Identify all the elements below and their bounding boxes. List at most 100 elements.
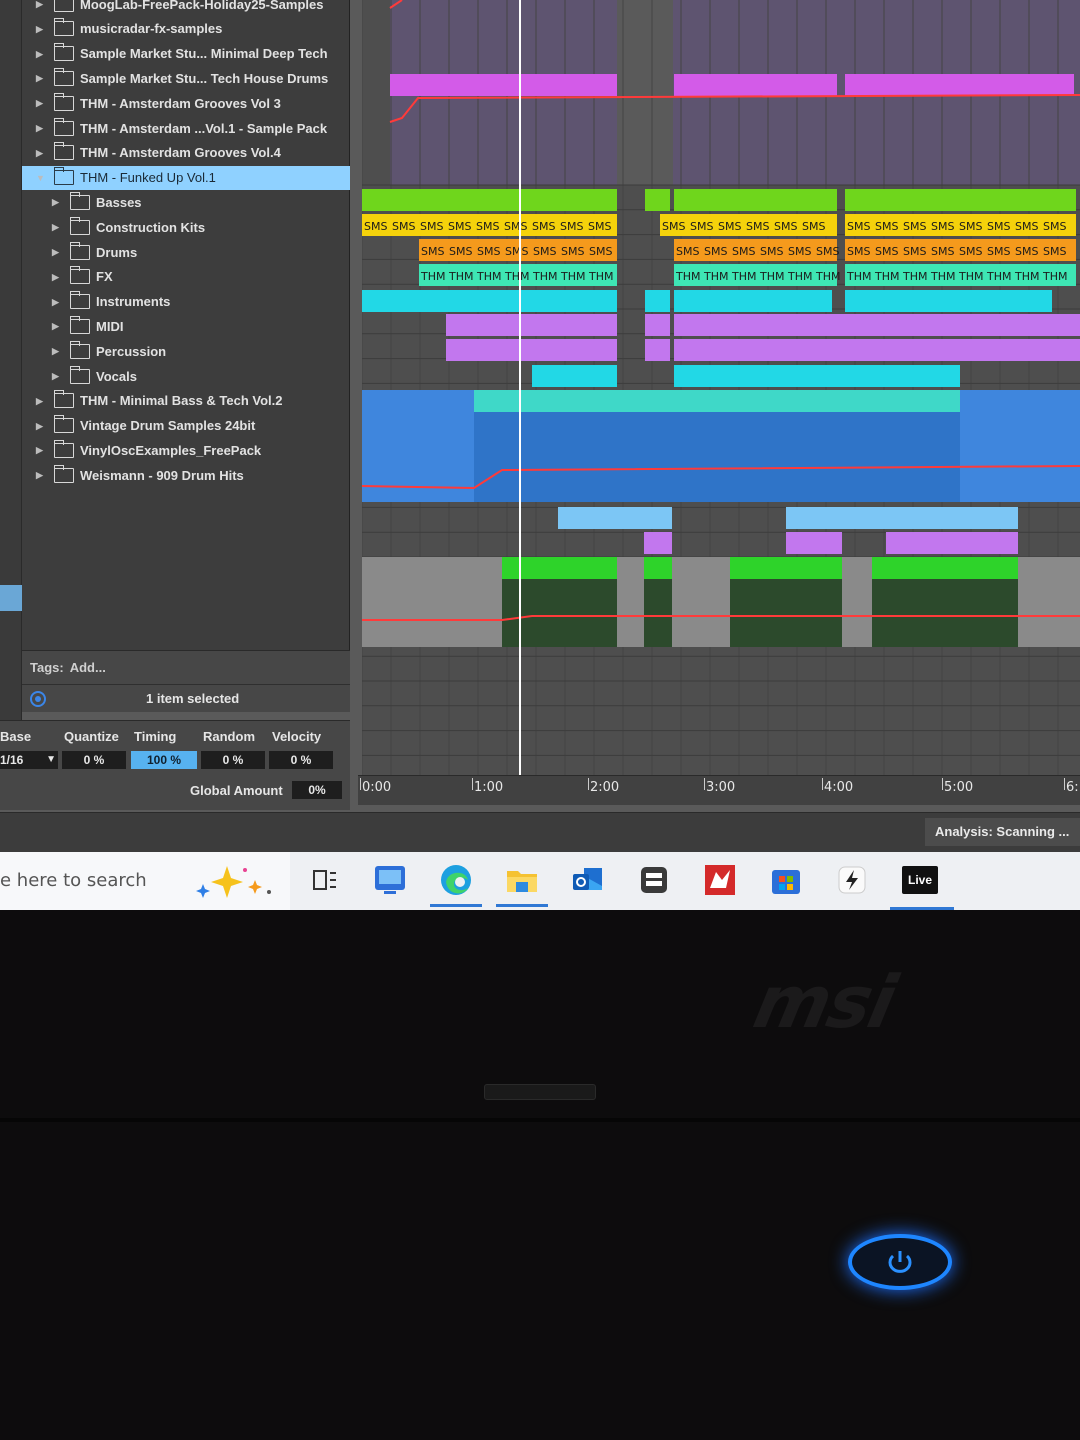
expand-right-icon[interactable]: ▶ xyxy=(36,421,46,431)
task-view-icon[interactable] xyxy=(306,862,342,898)
arrangement-clips[interactable]: SMS SMS SMS SMS SMS SMS SMS SMS SMS SMS SMS SMS SMS S… xyxy=(362,0,1080,775)
expand-right-icon[interactable]: ▶ xyxy=(36,445,46,455)
browser-folder-item[interactable]: ▶ Construction Kits xyxy=(22,215,350,239)
outlook-icon[interactable] xyxy=(570,862,606,898)
timing-field[interactable]: 100 % xyxy=(131,751,197,769)
taskbar-search-box[interactable]: e here to search xyxy=(0,852,290,910)
expand-right-icon[interactable]: ▶ xyxy=(36,123,46,133)
tags-add-link[interactable]: Add... xyxy=(70,660,106,675)
clip-label: THM xyxy=(846,270,871,283)
info-icon[interactable] xyxy=(30,690,46,707)
ruler-tick-label: 3:00 xyxy=(706,780,736,795)
expand-right-icon[interactable]: ▶ xyxy=(36,0,46,9)
expand-right-icon[interactable]: ▶ xyxy=(36,49,46,59)
clip-label: THM xyxy=(703,270,728,283)
browser-folder-item[interactable]: ▶ Basses xyxy=(22,190,350,214)
browser-folder-item[interactable]: ▶ Sample Market Stu... Tech House Drums xyxy=(22,66,350,90)
ruler-tick-mark xyxy=(360,778,361,790)
monitor-screen: ▶ MoogLab-FreePack-Holiday25-Samples ▶ musi… xyxy=(0,0,1080,910)
global-amount-field[interactable]: 0% xyxy=(292,781,342,799)
expand-right-icon[interactable]: ▶ xyxy=(36,396,46,406)
expand-right-icon[interactable]: ▶ xyxy=(52,297,62,307)
clip-label: THM xyxy=(532,270,557,283)
clip-label: SMS xyxy=(732,245,755,258)
ableton-live-icon[interactable]: Live xyxy=(902,866,938,894)
power-button[interactable] xyxy=(848,1234,952,1290)
clip-label: SMS xyxy=(392,220,415,233)
magenta-clip xyxy=(674,74,837,96)
file-explorer-icon[interactable] xyxy=(504,862,540,898)
green-clip-body xyxy=(872,579,1018,647)
green-clip xyxy=(730,557,842,579)
browser-folder-item[interactable]: ▶ Percussion xyxy=(22,339,350,363)
expand-right-icon[interactable]: ▶ xyxy=(52,197,62,207)
analysis-status: Analysis: Scanning ... xyxy=(925,818,1080,846)
browser-folder-item[interactable]: ▶ Vocals xyxy=(22,364,350,388)
live-active-indicator xyxy=(890,907,954,910)
browser-folder-item[interactable]: ▶ VinylOscExamples_FreePack xyxy=(22,438,350,462)
copilot-icon[interactable] xyxy=(195,864,277,900)
base-select[interactable]: 1/16 ▼ xyxy=(0,751,58,769)
search-input[interactable]: e here to search xyxy=(0,870,147,891)
browser-folder-item[interactable]: ▶ THM - Minimal Bass & Tech Vol.2 xyxy=(22,389,350,413)
expand-right-icon[interactable]: ▶ xyxy=(52,321,62,331)
browser-folder-item[interactable]: ▶ THM - Amsterdam ...Vol.1 - Sample Pack xyxy=(22,116,350,140)
clip-label: SMS xyxy=(662,220,685,233)
expand-right-icon[interactable]: ▶ xyxy=(36,470,46,480)
folder-icon xyxy=(53,43,74,62)
random-field[interactable]: 0 % xyxy=(201,751,265,769)
expand-down-icon[interactable]: ▼ xyxy=(36,173,46,183)
clip-label: THM xyxy=(560,270,585,283)
timeline-ruler[interactable]: 0:00 1:00 2:00 3:00 4:00 5:00 6: xyxy=(358,775,1080,805)
green-clip-body xyxy=(730,579,842,647)
clip-label: THM xyxy=(675,270,700,283)
base-label: Base xyxy=(0,729,32,744)
red-app-icon[interactable] xyxy=(702,862,738,898)
browser-folder-item[interactable]: ▶ Vintage Drum Samples 24bit xyxy=(22,414,350,438)
browser-folder-item[interactable]: ▶ MIDI xyxy=(22,314,350,338)
browser-folder-item[interactable]: ▼ THM - Funked Up Vol.1 xyxy=(22,165,350,190)
store-icon[interactable] xyxy=(768,862,804,898)
folder-label: Vocals xyxy=(96,368,137,384)
browser-folder-item[interactable]: ▶ THM - Amsterdam Grooves Vol 3 xyxy=(22,91,350,115)
clip-label: SMS xyxy=(690,220,713,233)
browser-folder-item[interactable]: ▶ Drums xyxy=(22,240,350,264)
expand-right-icon[interactable]: ▶ xyxy=(36,98,46,108)
expand-right-icon[interactable]: ▶ xyxy=(52,272,62,282)
velocity-field[interactable]: 0 % xyxy=(269,751,333,769)
expand-right-icon[interactable]: ▶ xyxy=(36,73,46,83)
app-dark-icon[interactable] xyxy=(636,862,672,898)
lavender-clip xyxy=(644,532,672,554)
browser-folder-item[interactable]: ▶ Instruments xyxy=(22,290,350,314)
green-clip xyxy=(872,557,1018,579)
tags-bar[interactable]: Tags: Add... xyxy=(22,650,350,684)
browser-folder-item[interactable]: ▶ FX xyxy=(22,265,350,289)
clip-label: SMS xyxy=(931,245,954,258)
browser-folder-item[interactable]: ▶ Sample Market Stu... Minimal Deep Tech xyxy=(22,42,350,66)
folder-label: Percussion xyxy=(96,343,167,359)
quantize-field[interactable]: 0 % xyxy=(62,751,126,769)
folder-label: Sample Market Stu... Minimal Deep Tech xyxy=(80,46,328,62)
edge-icon[interactable] xyxy=(438,862,474,898)
group-gap xyxy=(617,0,673,185)
clip-label: SMS xyxy=(448,220,471,233)
clip-label: SMS xyxy=(704,245,727,258)
clip-label: SMS xyxy=(420,220,443,233)
expand-right-icon[interactable]: ▶ xyxy=(52,371,62,381)
dark-app-icon[interactable] xyxy=(834,862,870,898)
green-clip-body xyxy=(644,579,672,647)
expand-right-icon[interactable]: ▶ xyxy=(52,346,62,356)
browser-folder-item[interactable]: ▶ Weismann - 909 Drum Hits xyxy=(22,463,350,487)
clip-label: SMS xyxy=(802,220,825,233)
expand-right-icon[interactable]: ▶ xyxy=(52,222,62,232)
browser-folder-item[interactable]: ▶ MoogLab-FreePack-Holiday25-Samples xyxy=(22,0,350,16)
browser-folder-item[interactable]: ▶ musicradar-fx-samples xyxy=(22,17,350,41)
arrangement-view[interactable]: SMS SMS SMS SMS SMS SMS SMS SMS SMS SMS SMS SMS SMS S… xyxy=(362,0,1080,775)
windows-taskbar: e here to search Live xyxy=(0,852,1080,910)
screen-app-icon[interactable] xyxy=(372,862,408,898)
expand-right-icon[interactable]: ▶ xyxy=(36,148,46,158)
folder-icon xyxy=(54,0,74,12)
expand-right-icon[interactable]: ▶ xyxy=(52,247,62,257)
expand-right-icon[interactable]: ▶ xyxy=(36,24,46,34)
browser-folder-item[interactable]: ▶ THM - Amsterdam Grooves Vol.4 xyxy=(22,141,350,165)
